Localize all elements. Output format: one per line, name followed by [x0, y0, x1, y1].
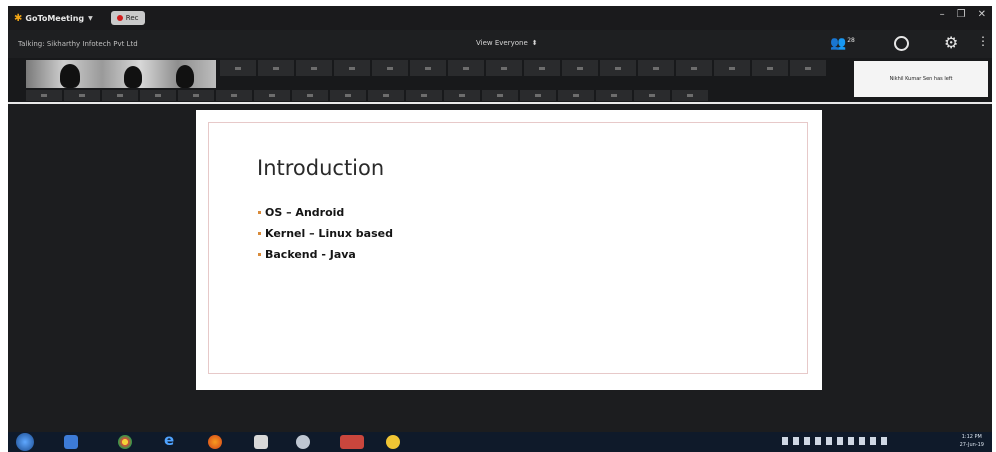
participant-tile[interactable]: [64, 90, 100, 101]
participant-tile[interactable]: [558, 90, 594, 101]
participant-tile[interactable]: [596, 90, 632, 101]
webcam-thumbnail[interactable]: [26, 60, 216, 88]
participant-tile[interactable]: [444, 90, 480, 101]
participant-tile[interactable]: [334, 60, 370, 76]
participant-tile[interactable]: [600, 60, 636, 76]
record-label: Rec: [125, 14, 139, 22]
notification-toast: Nikhil Kumar Sen has left: [854, 61, 988, 97]
app-icon[interactable]: [296, 435, 310, 449]
participant-tile[interactable]: [752, 60, 788, 76]
meeting-app-icon[interactable]: [340, 435, 364, 449]
participant-tile[interactable]: [524, 60, 560, 76]
participant-count: 28: [847, 37, 855, 44]
bullet-text: OS – Android: [265, 206, 345, 219]
participant-tiles-row-2: [26, 90, 710, 101]
start-button[interactable]: [16, 433, 34, 451]
participant-tile[interactable]: [216, 90, 252, 101]
people-icon: 👥: [830, 36, 847, 51]
clock-date: 27-Jun-19: [959, 442, 984, 448]
record-dot-icon: [116, 15, 123, 21]
window-controls: – ❐ ✕: [940, 9, 986, 20]
participant-tile[interactable]: [26, 90, 62, 101]
file-icon[interactable]: [254, 435, 268, 449]
participant-tile[interactable]: [368, 90, 404, 101]
meeting-toolbar: Talking: Sikharthy Infotech Pvt Ltd View…: [8, 30, 992, 58]
participant-tile[interactable]: [562, 60, 598, 76]
participant-tile[interactable]: [638, 60, 674, 76]
internet-explorer-icon[interactable]: e: [164, 431, 178, 449]
chrome-icon[interactable]: [118, 435, 132, 449]
participant-tile[interactable]: [790, 60, 826, 76]
taskbar-clock[interactable]: 1:12 PM 27-Jun-19: [960, 433, 984, 449]
people-button[interactable]: 👥 28: [830, 36, 855, 51]
participant-tile[interactable]: [448, 60, 484, 76]
close-icon[interactable]: ✕: [978, 9, 986, 20]
chat-icon[interactable]: [894, 36, 909, 51]
participant-tile[interactable]: [486, 60, 522, 76]
bullet-icon: [258, 211, 261, 214]
star-icon: ✱: [14, 12, 23, 24]
slide-bullet: OS – Android: [258, 202, 393, 223]
participant-tile[interactable]: [634, 90, 670, 101]
participant-tile[interactable]: [254, 90, 290, 101]
participant-tile[interactable]: [220, 60, 256, 76]
meeting-window: ✱ GoToMeeting ▼ Rec – ❐ ✕ Talking: Sikha…: [8, 6, 992, 452]
participant-tile[interactable]: [258, 60, 294, 76]
participant-tile[interactable]: [482, 90, 518, 101]
dropdown-icon: ⬍: [531, 39, 538, 47]
participant-tile[interactable]: [406, 90, 442, 101]
title-bar: ✱ GoToMeeting ▼ Rec – ❐ ✕: [8, 6, 992, 30]
slide-bullet: Kernel – Linux based: [258, 223, 393, 244]
participant-tile[interactable]: [714, 60, 750, 76]
participant-tile[interactable]: [672, 90, 708, 101]
participant-tile[interactable]: [410, 60, 446, 76]
participant-tile[interactable]: [102, 90, 138, 101]
slide-title: Introduction: [257, 156, 385, 180]
slide-bullet: Backend - Java: [258, 244, 393, 265]
bullet-icon: [258, 232, 261, 235]
bullet-text: Kernel – Linux based: [265, 227, 393, 240]
clock-time: 1:12 PM: [961, 434, 982, 440]
participant-tile[interactable]: [296, 60, 332, 76]
gear-icon[interactable]: ⚙: [944, 33, 958, 52]
presentation-stage: Introduction OS – Android Kernel – Linux…: [8, 104, 992, 432]
system-tray[interactable]: [782, 437, 887, 445]
view-selector-label: View Everyone: [476, 39, 528, 47]
participant-strip: Nikhil Kumar Sen has left: [8, 58, 992, 102]
firefox-icon[interactable]: [208, 435, 222, 449]
view-selector[interactable]: View Everyone ⬍: [476, 39, 538, 47]
file-explorer-icon[interactable]: [64, 435, 78, 449]
participant-tile[interactable]: [676, 60, 712, 76]
participant-tile[interactable]: [178, 90, 214, 101]
participant-tile[interactable]: [520, 90, 556, 101]
restore-icon[interactable]: ❐: [957, 9, 966, 20]
bullet-icon: [258, 253, 261, 256]
participant-tile[interactable]: [140, 90, 176, 101]
record-button[interactable]: Rec: [110, 11, 145, 25]
gotomeeting-icon[interactable]: [386, 435, 400, 449]
minimize-icon[interactable]: –: [940, 9, 945, 20]
bullet-text: Backend - Java: [265, 248, 356, 261]
chevron-down-icon[interactable]: ▼: [88, 15, 93, 22]
more-icon[interactable]: ⋮: [977, 34, 989, 48]
app-name[interactable]: GoToMeeting: [25, 14, 84, 23]
talking-indicator: Talking: Sikharthy Infotech Pvt Ltd: [18, 40, 138, 48]
slide-bullets: OS – Android Kernel – Linux based Backen…: [258, 202, 393, 265]
participant-tile[interactable]: [330, 90, 366, 101]
participant-tiles-row-1: [220, 60, 828, 76]
shared-slide: Introduction OS – Android Kernel – Linux…: [196, 110, 822, 390]
participant-tile[interactable]: [372, 60, 408, 76]
participant-tile[interactable]: [292, 90, 328, 101]
windows-taskbar: e 1:12 PM 27-Jun-19: [8, 431, 992, 452]
